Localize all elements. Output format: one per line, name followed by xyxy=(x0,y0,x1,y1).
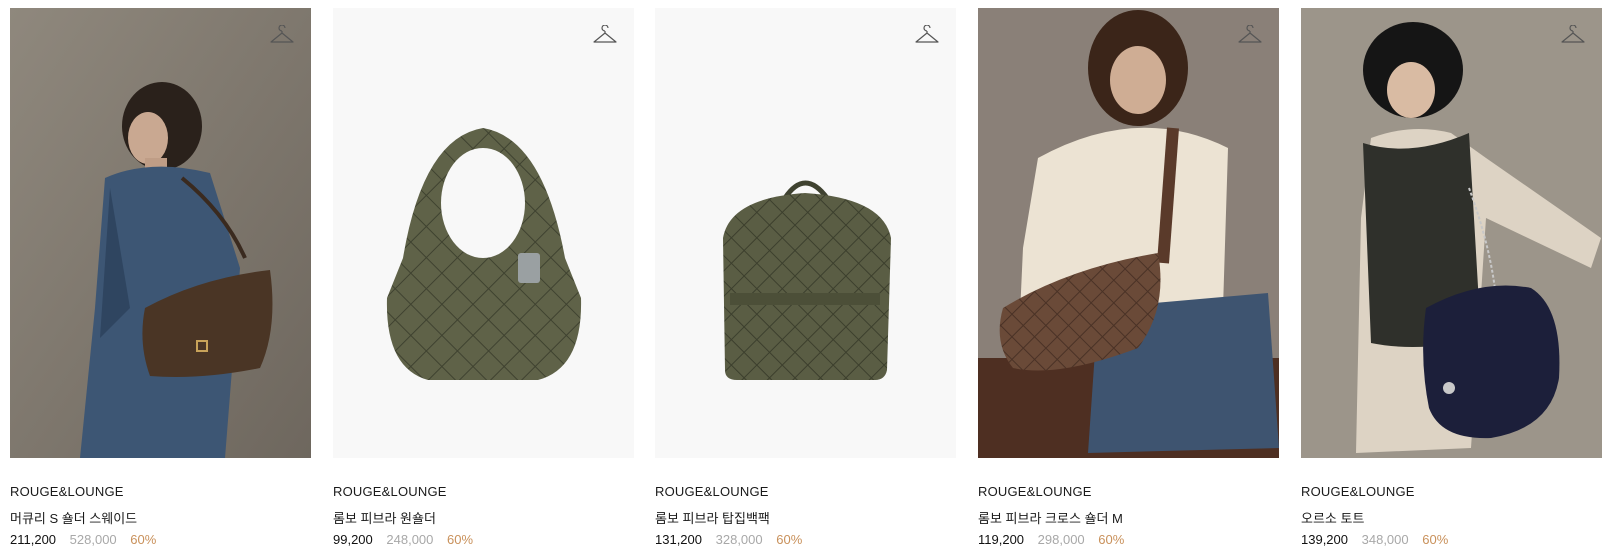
hanger-icon[interactable] xyxy=(269,25,295,47)
sale-price: 211,200 xyxy=(10,532,57,547)
product-image[interactable] xyxy=(978,8,1279,458)
hanger-icon[interactable] xyxy=(1560,25,1586,47)
product-image[interactable] xyxy=(1301,8,1602,458)
product-card[interactable]: ROUGE&LOUNGE 오르소 토트 139,200 348,000 60% xyxy=(1301,8,1602,548)
product-image[interactable] xyxy=(655,8,956,458)
product-name[interactable]: 롬보 피브라 크로스 숄더 M xyxy=(978,508,1123,527)
sale-price: 99,200 xyxy=(333,532,373,547)
discount-rate: 60% xyxy=(1422,532,1449,547)
price-row: 131,200 328,000 60% xyxy=(655,532,802,547)
product-brand[interactable]: ROUGE&LOUNGE xyxy=(655,484,769,499)
sale-price: 119,200 xyxy=(978,532,1025,547)
hanger-icon[interactable] xyxy=(914,25,940,47)
product-image[interactable] xyxy=(10,8,311,458)
price-row: 211,200 528,000 60% xyxy=(10,532,156,547)
original-price: 248,000 xyxy=(386,532,434,547)
product-brand[interactable]: ROUGE&LOUNGE xyxy=(1301,484,1415,499)
product-name[interactable]: 롬보 피브라 탑집백팩 xyxy=(655,508,770,527)
product-image[interactable] xyxy=(333,8,634,458)
original-price: 328,000 xyxy=(715,532,763,547)
sale-price: 131,200 xyxy=(655,532,702,547)
model-photo xyxy=(1301,8,1602,458)
sale-price: 139,200 xyxy=(1301,532,1348,547)
price-row: 119,200 298,000 60% xyxy=(978,532,1124,547)
price-row: 99,200 248,000 60% xyxy=(333,532,473,547)
product-brand[interactable]: ROUGE&LOUNGE xyxy=(978,484,1092,499)
product-name[interactable]: 오르소 토트 xyxy=(1301,508,1364,527)
discount-rate: 60% xyxy=(1098,532,1125,547)
product-grid: ROUGE&LOUNGE 머큐리 S 숄더 스웨이드 211,200 528,0… xyxy=(0,0,1610,555)
original-price: 298,000 xyxy=(1037,532,1085,547)
product-card[interactable]: ROUGE&LOUNGE 롬보 피브라 크로스 숄더 M 119,200 298… xyxy=(978,8,1279,548)
price-row: 139,200 348,000 60% xyxy=(1301,532,1448,547)
product-photo xyxy=(333,8,634,458)
product-brand[interactable]: ROUGE&LOUNGE xyxy=(10,484,124,499)
model-photo xyxy=(978,8,1279,458)
product-card[interactable]: ROUGE&LOUNGE 롬보 피브라 원숄더 99,200 248,000 6… xyxy=(333,8,634,548)
product-brand[interactable]: ROUGE&LOUNGE xyxy=(333,484,447,499)
original-price: 348,000 xyxy=(1361,532,1409,547)
discount-rate: 60% xyxy=(776,532,803,547)
hanger-icon[interactable] xyxy=(592,25,618,47)
discount-rate: 60% xyxy=(447,532,474,547)
product-card[interactable]: ROUGE&LOUNGE 머큐리 S 숄더 스웨이드 211,200 528,0… xyxy=(10,8,311,548)
product-card[interactable]: ROUGE&LOUNGE 롬보 피브라 탑집백팩 131,200 328,000… xyxy=(655,8,956,548)
model-photo xyxy=(10,8,311,458)
discount-rate: 60% xyxy=(130,532,157,547)
hanger-icon[interactable] xyxy=(1237,25,1263,47)
original-price: 528,000 xyxy=(69,532,117,547)
product-photo xyxy=(655,8,956,458)
product-name[interactable]: 머큐리 S 숄더 스웨이드 xyxy=(10,508,137,527)
product-name[interactable]: 롬보 피브라 원숄더 xyxy=(333,508,436,527)
